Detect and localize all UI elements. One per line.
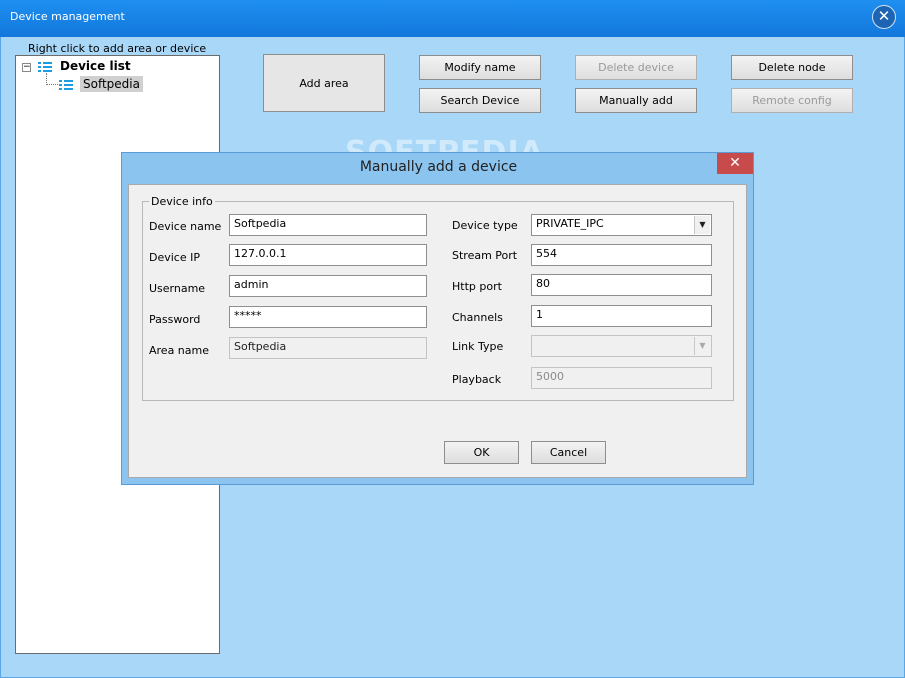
add-area-button[interactable]: Add area (263, 54, 385, 112)
device-type-label: Device type (452, 219, 518, 232)
stream-port-label: Stream Port (452, 249, 518, 262)
area-name-field: Softpedia (229, 337, 427, 359)
device-name-field[interactable]: Softpedia (229, 214, 427, 236)
device-name-label: Device name (149, 220, 222, 233)
main-titlebar: Device management ✕ (0, 0, 905, 37)
password-label: Password (149, 313, 201, 326)
delete-node-button[interactable]: Delete node (731, 55, 853, 80)
username-field[interactable]: admin (229, 275, 427, 297)
stream-port-field[interactable]: 554 (531, 244, 712, 266)
area-name-label: Area name (149, 344, 210, 357)
search-device-button[interactable]: Search Device (419, 88, 541, 113)
group-label: Device info (149, 195, 215, 208)
ok-button[interactable]: OK (444, 441, 519, 464)
tree-connector-horizontal (46, 84, 60, 85)
link-type-select: ▼ (531, 335, 712, 357)
modify-name-button[interactable]: Modify name (419, 55, 541, 80)
window-title: Device management (10, 10, 125, 23)
device-ip-label: Device IP (149, 251, 200, 264)
device-type-value: PRIVATE_IPC (536, 217, 604, 230)
close-icon[interactable]: ✕ (717, 153, 753, 174)
device-type-select[interactable]: PRIVATE_IPC ▼ (531, 214, 712, 236)
dialog-client: Device info Device name Softpedia Device… (128, 184, 747, 478)
link-type-label: Link Type (452, 340, 504, 353)
collapse-icon[interactable]: − (22, 63, 31, 72)
chevron-down-icon[interactable]: ▼ (694, 216, 710, 234)
tree-item-softpedia[interactable]: Softpedia (80, 76, 143, 92)
playback-field: 5000 (531, 367, 712, 389)
dialog-title: Manually add a device (359, 159, 518, 175)
device-ip-field[interactable]: 127.0.0.1 (229, 244, 427, 266)
list-icon (59, 80, 73, 91)
playback-label: Playback (452, 373, 502, 386)
tree-hint: Right click to add area or device (28, 42, 207, 55)
http-port-label: Http port (452, 280, 502, 293)
manually-add-button[interactable]: Manually add (575, 88, 697, 113)
tree-root-device-list[interactable]: Device list (60, 59, 131, 73)
cancel-button[interactable]: Cancel (531, 441, 606, 464)
chevron-down-icon: ▼ (694, 337, 710, 355)
username-label: Username (149, 282, 206, 295)
list-icon (38, 62, 52, 73)
remote-config-button[interactable]: Remote config (731, 88, 853, 113)
channels-field[interactable]: 1 (531, 305, 712, 327)
delete-device-button[interactable]: Delete device (575, 55, 697, 80)
close-icon[interactable]: ✕ (872, 5, 896, 29)
channels-label: Channels (452, 311, 503, 324)
password-field[interactable]: ***** (229, 306, 427, 328)
manually-add-dialog: Manually add a device ✕ Device info Devi… (121, 152, 754, 485)
http-port-field[interactable]: 80 (531, 274, 712, 296)
